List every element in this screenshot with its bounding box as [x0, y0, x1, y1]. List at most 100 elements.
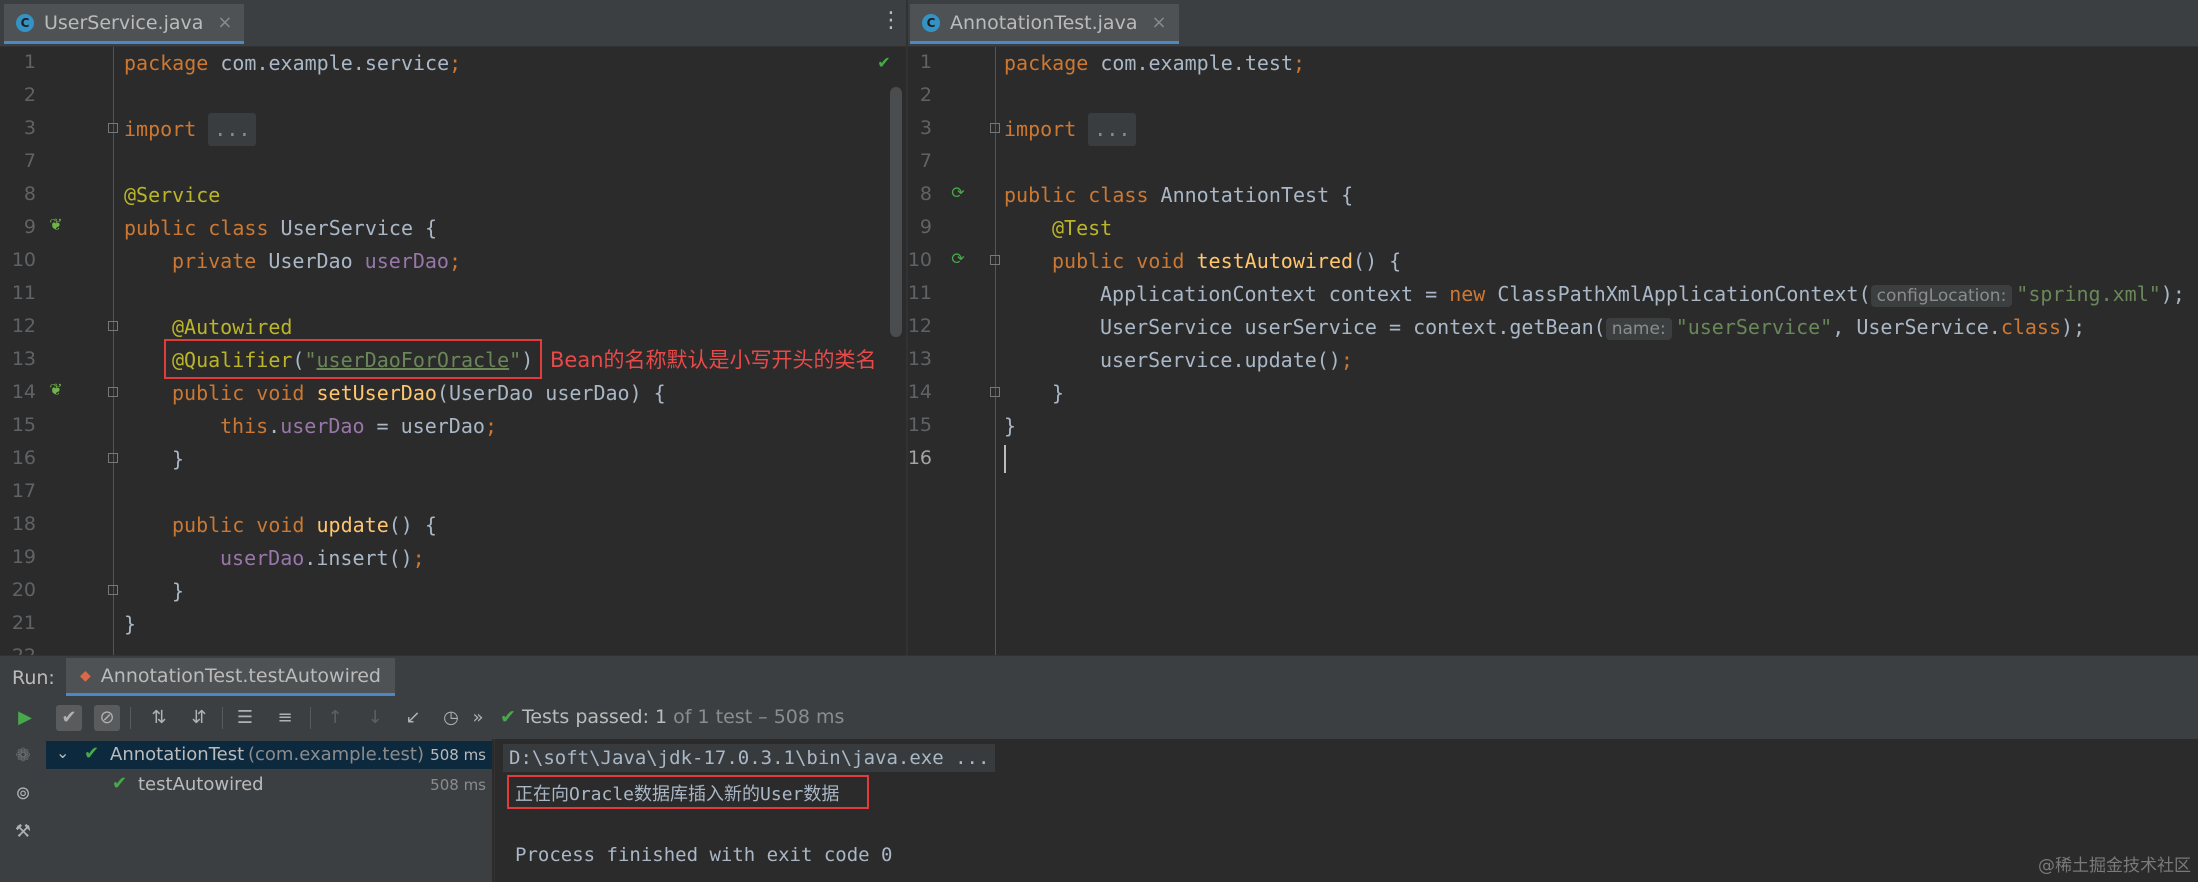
settings-wrench-icon[interactable]: ⚒	[10, 819, 36, 845]
fold-icon[interactable]	[990, 255, 1000, 265]
sort-by-duration-icon[interactable]: ⇵	[186, 705, 212, 731]
code-line: ApplicationContext context = new ClassPa…	[1100, 282, 2185, 307]
run-test-icon[interactable]: ⟳	[948, 183, 968, 203]
toolbar-separator	[130, 707, 131, 729]
code-line: public class AnnotationTest {	[1004, 183, 1354, 207]
toggle-auto-test-icon[interactable]: ❁	[10, 743, 36, 769]
run-test-icon[interactable]: ⟳	[948, 249, 968, 269]
output-highlight-box	[507, 775, 869, 809]
line-number: 16	[11, 447, 36, 469]
vertical-scrollbar[interactable]	[890, 87, 902, 337]
line-number: 1	[919, 51, 932, 73]
gutter-divider	[113, 47, 114, 655]
more-options-icon[interactable]: ⋮	[880, 10, 902, 32]
next-failed-icon[interactable]: ↓	[362, 705, 388, 731]
run-toolbar: ▶ ✔ ⊘ ⇅ ⇵ ☰ ≡ ↑ ↓ ↙ ◷ » ✔ Tests passed: …	[0, 697, 2198, 739]
line-number: 8	[919, 183, 932, 205]
test-tree-row[interactable]: ⌄ ✔ AnnotationTest (com.example.test) 50…	[46, 741, 492, 769]
line-number: 10	[908, 249, 932, 271]
tab-annotation-test[interactable]: C AnnotationTest.java ×	[910, 4, 1179, 44]
test-status: ✔ Tests passed: 1 of 1 test – 508 ms	[500, 706, 844, 728]
text-caret	[1004, 445, 1006, 473]
line-number: 22	[0, 645, 36, 655]
line-number: 15	[11, 414, 36, 436]
tab-title: AnnotationTest.java	[950, 11, 1138, 34]
fold-icon[interactable]	[108, 387, 118, 397]
fold-icon[interactable]	[108, 123, 118, 133]
console-output[interactable]: D:\soft\Java\jdk-17.0.3.1\bin\java.exe .…	[494, 739, 2198, 882]
gutter-divider	[995, 47, 996, 655]
code-line: public void setUserDao(UserDao userDao) …	[172, 381, 666, 405]
line-number: 8	[23, 183, 36, 205]
status-rest: of 1 test – 508 ms	[673, 706, 845, 728]
test-history-icon[interactable]: ◷	[438, 705, 464, 731]
line-number: 16	[908, 447, 932, 469]
java-class-icon: C	[922, 13, 940, 32]
line-number: 15	[908, 414, 932, 436]
tab-title: UserService.java	[44, 11, 204, 34]
fold-icon[interactable]	[108, 453, 118, 463]
run-config-tab[interactable]: ◆ AnnotationTest.testAutowired	[66, 658, 395, 696]
code-line: userDao.insert();	[220, 546, 425, 570]
line-number: 11	[908, 282, 932, 304]
code-line: }	[1052, 381, 1065, 405]
code-line: this.userDao = userDao;	[220, 414, 497, 438]
code-line: import ...	[1004, 113, 1137, 146]
line-number: 13	[908, 348, 932, 370]
collapse-all-icon[interactable]: ≡	[272, 705, 298, 731]
export-results-icon[interactable]: ↙	[400, 705, 426, 731]
line-number: 9	[23, 216, 36, 238]
show-ignored-icon[interactable]: ⊘	[94, 705, 120, 731]
line-number: 2	[23, 84, 36, 106]
fold-icon[interactable]	[108, 585, 118, 595]
spring-bean-icon[interactable]: ❦	[46, 215, 66, 235]
bean-name-note: Bean的名称默认是小写开头的类名	[550, 348, 877, 372]
fold-icon[interactable]	[990, 387, 1000, 397]
spring-autowire-icon[interactable]: ❦	[46, 380, 66, 400]
run-label: Run:	[12, 667, 55, 689]
expand-all-icon[interactable]: ☰	[232, 705, 258, 731]
toolbar-separator	[310, 707, 311, 729]
code-line: @Test	[1052, 216, 1113, 240]
right-editor[interactable]: 1 2 3 7 8 9 10 11 12 13 14 15 16 ⟳ ⟳ pac…	[908, 47, 2198, 655]
code-line: public void testAutowired() {	[1052, 249, 1402, 273]
camera-icon[interactable]: ⊚	[10, 781, 36, 807]
close-icon[interactable]: ×	[1151, 12, 1166, 33]
status-prefix: Tests passed:	[521, 706, 649, 728]
left-editor[interactable]: 1 2 3 7 8 9 10 11 12 13 14 15 16 17 18 1…	[0, 47, 906, 655]
fold-icon[interactable]	[108, 321, 118, 331]
line-number: 9	[919, 216, 932, 238]
code-line: private UserDao userDao;	[172, 249, 462, 273]
close-icon[interactable]: ×	[217, 12, 232, 33]
code-line: userService.update();	[1100, 348, 1353, 372]
left-tab-bar: C UserService.java × ⋮	[0, 0, 906, 47]
run-panel-header: Run: ◆ AnnotationTest.testAutowired	[0, 655, 2198, 698]
watermark: @稀土掘金技术社区	[2038, 856, 2191, 876]
code-line: package com.example.service;	[124, 51, 462, 75]
code-line: public class UserService {	[124, 216, 438, 240]
fold-icon[interactable]	[990, 123, 1000, 133]
folded-imports[interactable]: ...	[1088, 113, 1137, 146]
parameter-hint: configLocation:	[1870, 285, 2013, 307]
line-number: 12	[11, 315, 36, 337]
line-number: 2	[919, 84, 932, 106]
show-passed-icon[interactable]: ✔	[56, 705, 82, 731]
tab-user-service[interactable]: C UserService.java ×	[4, 4, 245, 44]
line-number: 7	[23, 150, 36, 172]
passed-check-icon: ✔	[84, 743, 100, 764]
code-line: @Service	[124, 183, 221, 207]
folded-imports[interactable]: ...	[208, 113, 257, 146]
line-number: 14	[908, 381, 932, 403]
run-side-toolbar: ❁ ⊚ ⚒	[0, 739, 46, 882]
more-actions-icon[interactable]: »	[470, 705, 486, 731]
chevron-down-icon[interactable]: ⌄	[56, 743, 69, 762]
test-tree-row[interactable]: ✔ testAutowired 508 ms	[46, 771, 492, 799]
test-tree: ⌄ ✔ AnnotationTest (com.example.test) 50…	[46, 739, 492, 882]
sort-alphabetically-icon[interactable]: ⇅	[146, 705, 172, 731]
previous-failed-icon[interactable]: ↑	[322, 705, 348, 731]
line-number: 13	[11, 348, 36, 370]
passed-check-icon: ✔	[500, 706, 516, 728]
code-line: import ...	[124, 113, 257, 146]
test-duration: 508 ms	[430, 776, 486, 794]
rerun-icon[interactable]: ▶	[12, 705, 38, 731]
